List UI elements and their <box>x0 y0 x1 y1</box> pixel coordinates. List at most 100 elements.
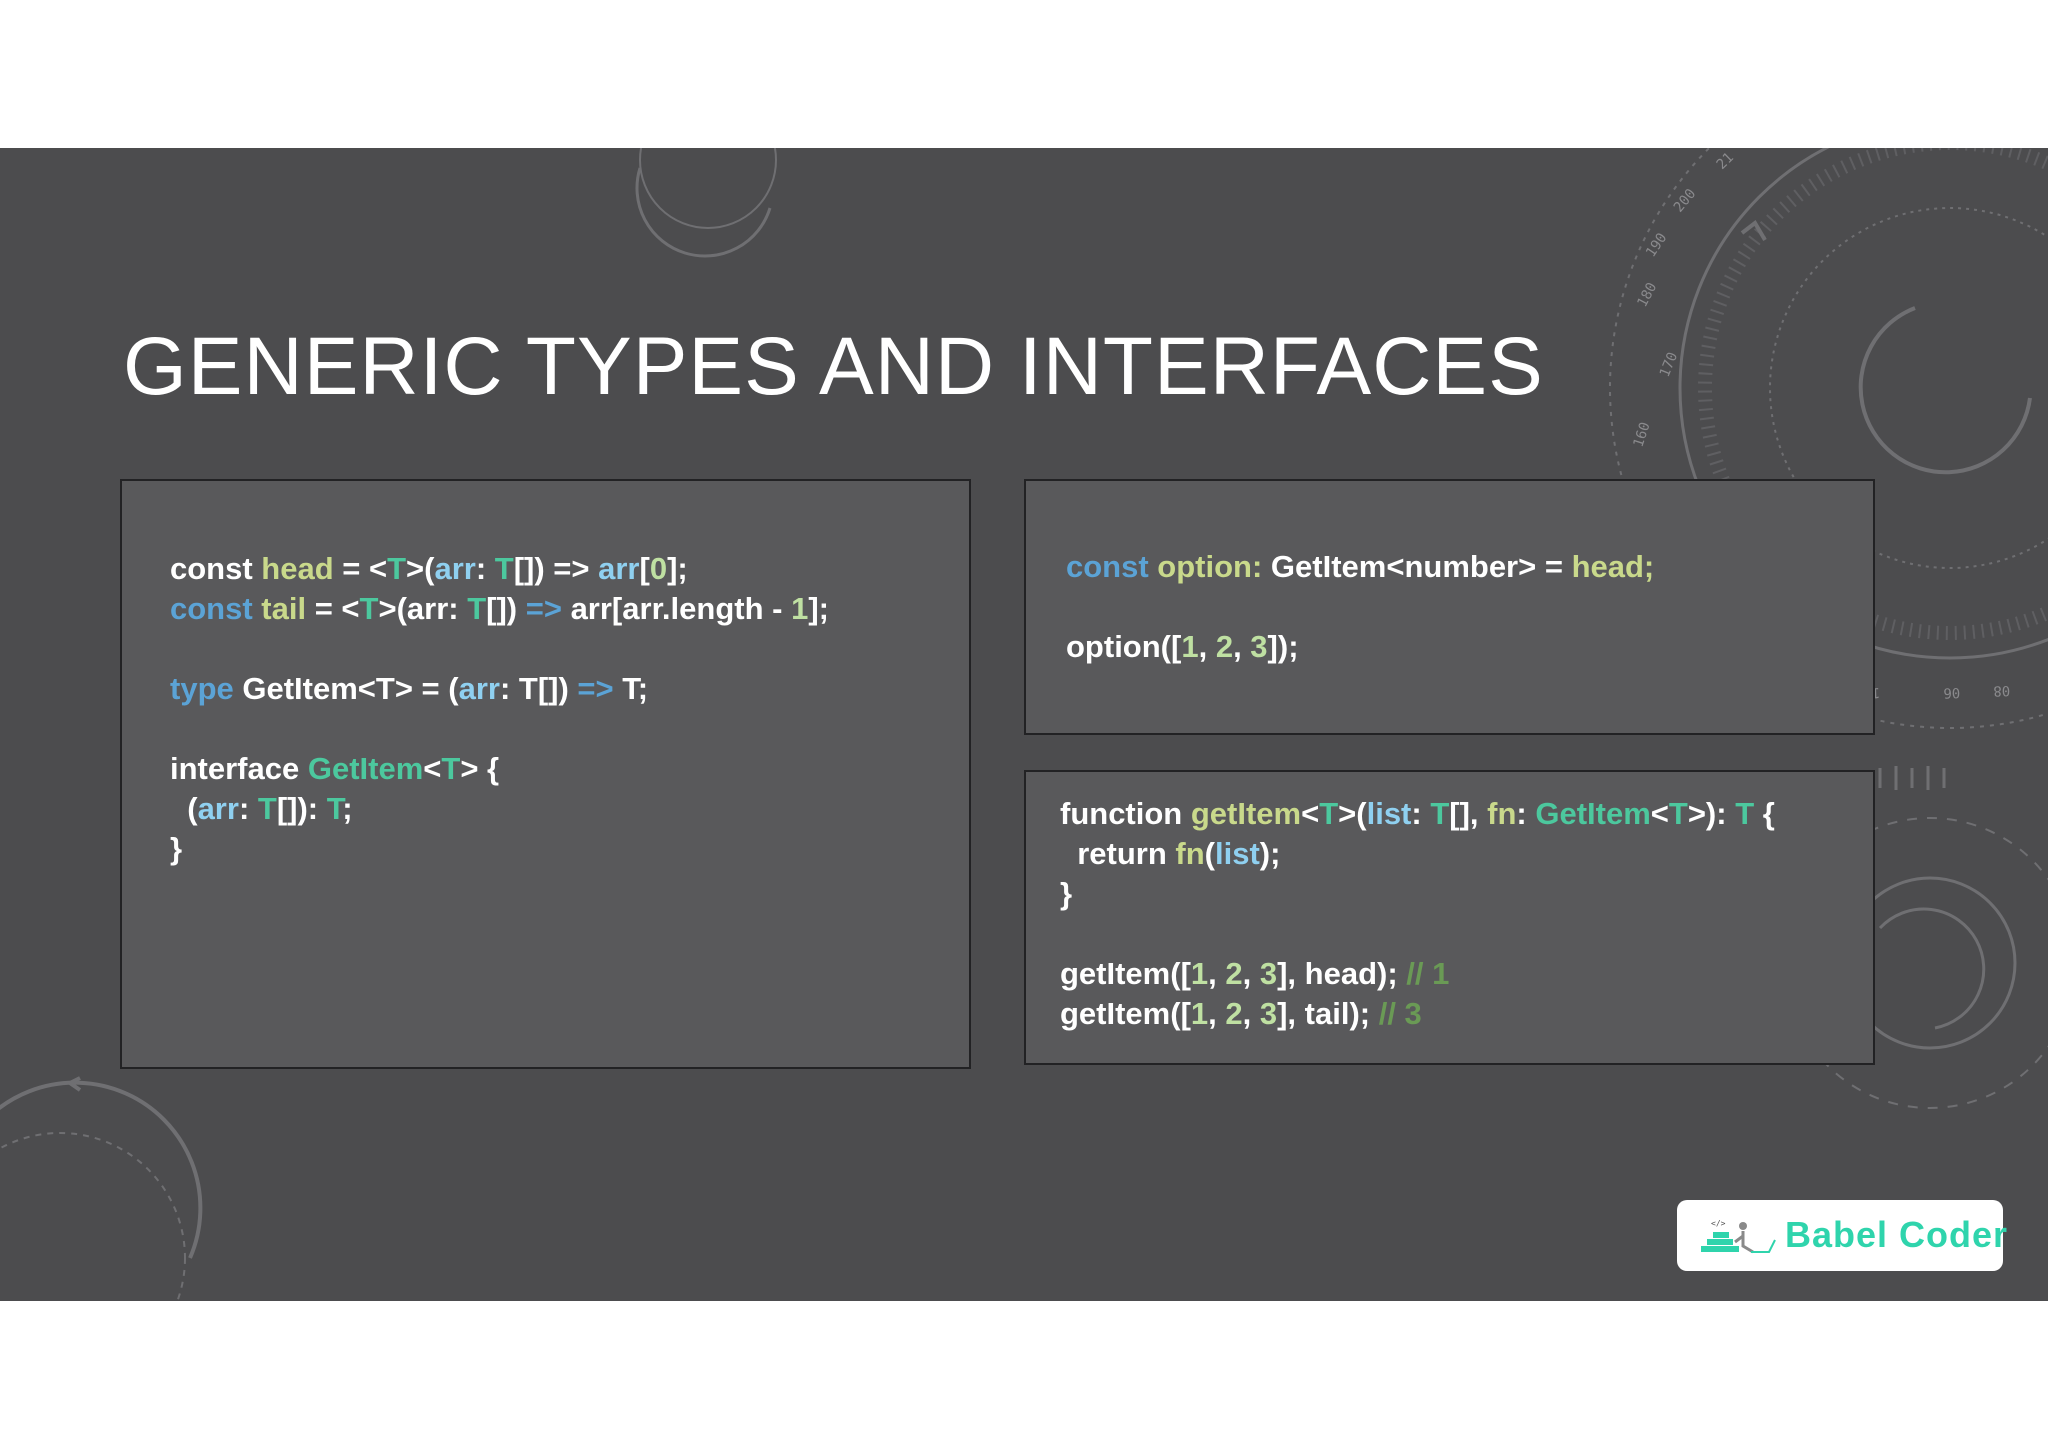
code-token: ( <box>170 791 198 826</box>
code-token: , <box>1242 996 1260 1031</box>
code-token: , <box>1208 956 1226 991</box>
code-block: const head = <T>(arr: T[]) => arr[0]; co… <box>170 549 829 869</box>
code-token: 1 <box>1181 629 1199 664</box>
code-token: , <box>1242 956 1260 991</box>
code-line: const tail = <T>(arr: T[]) => arr[arr.le… <box>170 591 829 626</box>
dial-label: 08 <box>1993 682 2010 699</box>
code-token: head; <box>1571 549 1655 584</box>
code-token: interface <box>170 751 308 786</box>
code-token: T <box>494 551 514 586</box>
code-token: []) <box>486 591 526 626</box>
code-token: >( <box>1338 796 1367 831</box>
svg-text:</>: </> <box>1711 1219 1726 1228</box>
code-token: 3 <box>1259 996 1278 1031</box>
code-line: function getItem<T>(list: T[], fn: GetIt… <box>1060 796 1775 831</box>
code-token: { <box>1754 796 1775 831</box>
code-token: T <box>1668 796 1688 831</box>
code-token: arr[arr.length - <box>561 591 792 626</box>
code-token: GetItem <box>1535 796 1651 831</box>
babel-coder-logo: </> Babel Coder <box>1677 1200 2007 1271</box>
code-token: type <box>170 671 243 706</box>
code-token: // 3 <box>1378 996 1422 1031</box>
code-token: const <box>1066 549 1158 584</box>
code-line: return fn(list); <box>1060 836 1280 871</box>
code-token: GetItem <box>307 751 424 786</box>
code-token: option([ <box>1066 629 1182 664</box>
code-token: []): <box>276 791 327 826</box>
code-token: = < <box>333 551 388 586</box>
code-token: const <box>170 551 262 586</box>
code-token: arr <box>598 551 640 586</box>
code-token: T <box>387 551 407 586</box>
dial-label: 170 <box>1657 350 1681 379</box>
code-line: const head = <T>(arr: T[]) => arr[0]; <box>170 551 688 586</box>
babel-coder-logo-icon: </> <box>1701 1219 1776 1254</box>
dial-label: 160 <box>1631 420 1654 449</box>
code-token: ], tail); <box>1277 996 1379 1031</box>
code-line: type GetItem<T> = (arr: T[]) => T; <box>170 671 648 706</box>
code-token: ]; <box>808 591 829 626</box>
code-token: >(arr: <box>378 591 468 626</box>
code-token: head <box>261 551 334 586</box>
code-token: getItem([ <box>1060 996 1191 1031</box>
code-token: ]; <box>667 551 688 586</box>
code-token: [ <box>639 551 650 586</box>
code-token: GetItem<number> = <box>1270 549 1572 584</box>
code-token: // 1 <box>1406 956 1450 991</box>
code-token: arr <box>458 671 500 706</box>
code-token: ); <box>1259 836 1281 871</box>
code-token: T <box>257 791 277 826</box>
logo-text: Babel Coder <box>1785 1214 2009 1255</box>
code-token: = < <box>306 591 360 626</box>
code-token: fn <box>1175 836 1205 871</box>
code-token: T <box>359 591 379 626</box>
code-token: < <box>1301 796 1320 831</box>
code-line: const option: GetItem<number> = head; <box>1066 549 1654 584</box>
code-token: getItem <box>1190 796 1302 831</box>
code-token: > { <box>460 751 500 786</box>
code-token: : T[]) <box>499 671 578 706</box>
code-token: arr <box>434 551 476 586</box>
code-token: getItem([ <box>1060 956 1191 991</box>
code-token: T <box>467 591 487 626</box>
code-line: option([1, 2, 3]); <box>1066 629 1299 664</box>
code-token: , <box>1208 996 1226 1031</box>
code-token: : <box>1516 796 1536 831</box>
code-token: : <box>238 791 258 826</box>
code-token: T <box>326 791 343 826</box>
code-token: T <box>1735 796 1755 831</box>
code-token: : <box>1411 796 1431 831</box>
code-line: getItem([1, 2, 3], head); // 1 <box>1060 956 1449 991</box>
dial-label: 200 <box>1671 186 1700 216</box>
code-line: interface GetItem<T> { <box>170 751 499 786</box>
code-token: 0 <box>649 551 668 586</box>
code-token: T; <box>613 671 649 706</box>
code-token: 3 <box>1250 629 1268 664</box>
code-token: , <box>1198 629 1216 664</box>
code-token: : <box>475 551 495 586</box>
code-token: GetItem<T> = ( <box>242 671 459 706</box>
slide: 160 170 180 190 200 21 100 06 08 GENERIC… <box>0 148 2048 1301</box>
code-token: => <box>525 591 562 626</box>
dial-label: 180 <box>1634 280 1660 310</box>
code-token: []) => <box>513 551 599 586</box>
code-token: >( <box>406 551 435 586</box>
code-token: < <box>423 751 442 786</box>
code-panel-left: const head = <T>(arr: T[]) => arr[0]; co… <box>120 479 971 1069</box>
code-token: 2 <box>1215 629 1234 664</box>
code-line: (arr: T[]): T; <box>170 791 352 826</box>
code-panel-bottom-right: function getItem<T>(list: T[], fn: GetIt… <box>1024 770 1875 1065</box>
code-token: option: <box>1157 549 1271 584</box>
code-token: } <box>1060 876 1073 911</box>
slide-title: GENERIC TYPES AND INTERFACES <box>123 321 1544 412</box>
code-block: const option: GetItem<number> = head; op… <box>1066 547 1654 667</box>
code-token: 1 <box>1190 996 1209 1031</box>
dial-label: 06 <box>1943 684 1960 701</box>
dial-label: 190 <box>1643 230 1670 260</box>
code-token: => <box>577 671 614 706</box>
code-token: 2 <box>1225 956 1243 991</box>
code-token: >): <box>1687 796 1736 831</box>
code-token: 1 <box>791 591 809 626</box>
code-token: < <box>1650 796 1669 831</box>
code-token: ], head); <box>1277 956 1407 991</box>
